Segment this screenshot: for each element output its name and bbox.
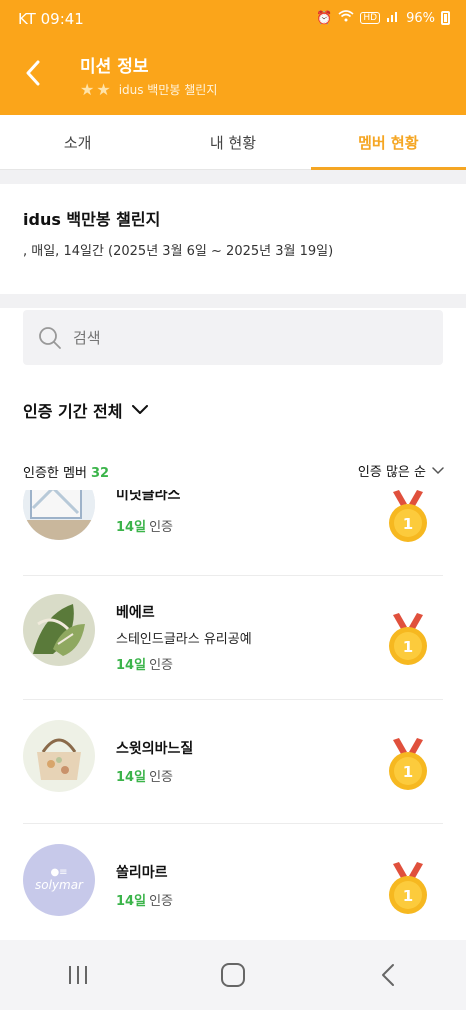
battery-percent: 96% [406, 10, 435, 26]
chevron-down-icon [432, 466, 444, 474]
member-days: 14일 인증 [116, 516, 173, 535]
back-nav-button[interactable] [358, 945, 418, 1005]
member-days: 14일 인증 [116, 766, 173, 785]
member-name: 베에르 [116, 605, 155, 621]
recent-apps-icon [68, 966, 87, 984]
members-header: 인증한 멤버 32 [23, 462, 109, 481]
status-bar: KT 09:41 ⏰ HD 96% [0, 0, 466, 40]
back-button[interactable] [18, 56, 48, 90]
sort-label: 인증 많은 순 [357, 465, 426, 480]
sort-dropdown[interactable]: 인증 많은 순 [358, 461, 444, 480]
status-icons: ⏰ HD 96% [316, 10, 450, 26]
svg-text:1: 1 [403, 763, 413, 781]
tab-my-status[interactable]: 내 현황 [155, 115, 310, 169]
subtitle-text: idus 백만봉 챌린지 [118, 83, 218, 97]
home-button[interactable] [203, 945, 263, 1005]
search-box[interactable] [23, 310, 443, 365]
chevron-left-icon [26, 60, 40, 86]
page-title: 미션 정보 [80, 57, 149, 77]
page-subtitle: ★ ★ idus 백만봉 챌린지 [80, 81, 217, 98]
mission-info: idus 백만봉 챌린지 , 매일, 14일간 (2025년 3월 6일 ~ 2… [0, 184, 466, 294]
mission-schedule: , 매일, 14일간 (2025년 3월 6일 ~ 2025년 3월 19일) [23, 244, 334, 259]
days-count: 14일 [116, 658, 147, 673]
svg-text:1: 1 [403, 638, 413, 656]
hd-icon: HD [360, 12, 381, 24]
list-item[interactable]: 베에르 스테인드글라스 유리공예 14일 인증 1 [23, 576, 443, 700]
back-icon [382, 964, 395, 986]
tab-bar: 소개 내 현황 멤버 현황 [0, 115, 466, 170]
member-days: 14일 인증 [116, 890, 173, 909]
mission-title: idus 백만봉 챌린지 [23, 210, 161, 229]
members-count: 32 [90, 466, 110, 481]
battery-icon [441, 11, 450, 25]
list-item[interactable]: ●≡ solymar 쏠리마르 14일 인증 1 [23, 824, 443, 940]
star-icon: ★ [80, 79, 95, 99]
avatar [23, 490, 95, 540]
member-name: 미닛글라스 [116, 490, 181, 503]
app-header: KT 09:41 ⏰ HD 96% 미션 정보 ★ ★ idus 백만봉 챌린지 [0, 0, 466, 115]
gold-medal-icon: 1 [389, 862, 427, 914]
home-icon [220, 963, 245, 987]
star-icon: ★ [96, 79, 111, 99]
member-list: 미닛글라스 14일 인증 1 베에르 스테인드글라스 유리공예 14일 인증 1 스… [0, 490, 466, 940]
member-name: 스윗의바느질 [116, 741, 194, 757]
search-icon [37, 325, 63, 351]
days-suffix: 인증 [149, 658, 173, 673]
avatar: ●≡ solymar [23, 844, 95, 916]
tab-intro[interactable]: 소개 [0, 115, 155, 169]
search-input[interactable] [73, 328, 413, 347]
gold-medal-icon: 1 [389, 613, 427, 665]
avatar-logo-icon: ●≡ [50, 867, 68, 878]
avatar [23, 720, 95, 792]
avatar-text: solymar [34, 878, 83, 892]
section-divider [0, 294, 466, 308]
period-filter[interactable]: 인증 기간 전체 [23, 398, 149, 422]
gold-medal-icon: 1 [389, 738, 427, 790]
member-shop: 스테인드글라스 유리공예 [116, 632, 252, 647]
member-name: 쏠리마르 [116, 865, 168, 881]
svg-text:1: 1 [403, 887, 413, 905]
period-filter-label: 인증 기간 전체 [23, 402, 123, 421]
chevron-down-icon [132, 405, 149, 414]
days-count: 14일 [116, 894, 147, 909]
avatar [23, 594, 95, 666]
section-divider [0, 170, 466, 184]
tab-member-status[interactable]: 멤버 현황 [310, 115, 466, 170]
days-suffix: 인증 [149, 520, 173, 535]
list-item[interactable]: 스윗의바느질 14일 인증 1 [23, 700, 443, 824]
days-suffix: 인증 [149, 894, 173, 909]
alarm-icon: ⏰ [316, 10, 333, 26]
signal-icon [386, 10, 400, 26]
days-suffix: 인증 [149, 770, 173, 785]
status-carrier-time: KT 09:41 [18, 10, 84, 28]
system-nav-bar [0, 940, 466, 1010]
days-count: 14일 [116, 520, 147, 535]
list-item[interactable]: 미닛글라스 14일 인증 1 [23, 490, 443, 576]
svg-text:1: 1 [403, 515, 413, 533]
member-days: 14일 인증 [116, 654, 173, 673]
members-header-label: 인증한 멤버 [23, 466, 87, 481]
gold-medal-icon: 1 [389, 490, 427, 542]
recent-apps-button[interactable] [48, 945, 108, 1005]
wifi-icon [338, 10, 354, 26]
days-count: 14일 [116, 770, 147, 785]
